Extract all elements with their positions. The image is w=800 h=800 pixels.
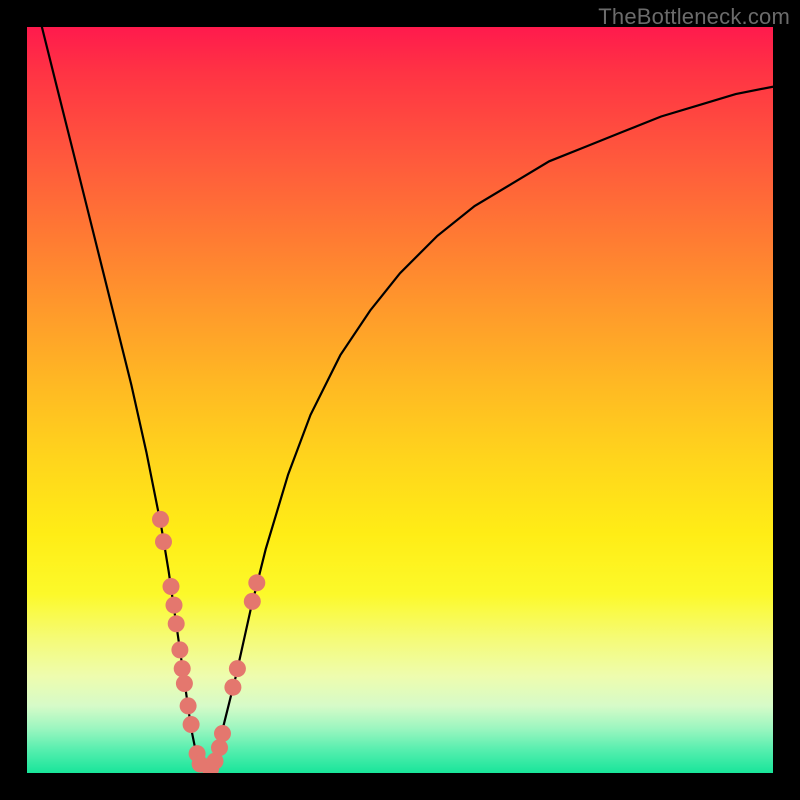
data-marker	[183, 716, 200, 733]
data-marker	[152, 511, 169, 528]
data-marker	[224, 679, 241, 696]
data-marker	[248, 574, 265, 591]
data-marker	[176, 675, 193, 692]
chart-plot-area	[27, 27, 773, 773]
chart-svg	[27, 27, 773, 773]
data-marker	[214, 725, 231, 742]
chart-markers	[152, 511, 265, 773]
data-marker	[155, 533, 172, 550]
data-marker	[174, 660, 191, 677]
data-marker	[168, 615, 185, 632]
data-marker	[211, 739, 228, 756]
chart-frame: TheBottleneck.com	[0, 0, 800, 800]
data-marker	[166, 597, 183, 614]
data-marker	[163, 578, 180, 595]
data-marker	[229, 660, 246, 677]
bottleneck-curve	[42, 27, 773, 773]
data-marker	[171, 641, 188, 658]
data-marker	[180, 697, 197, 714]
watermark-text: TheBottleneck.com	[598, 4, 790, 30]
data-marker	[244, 593, 261, 610]
